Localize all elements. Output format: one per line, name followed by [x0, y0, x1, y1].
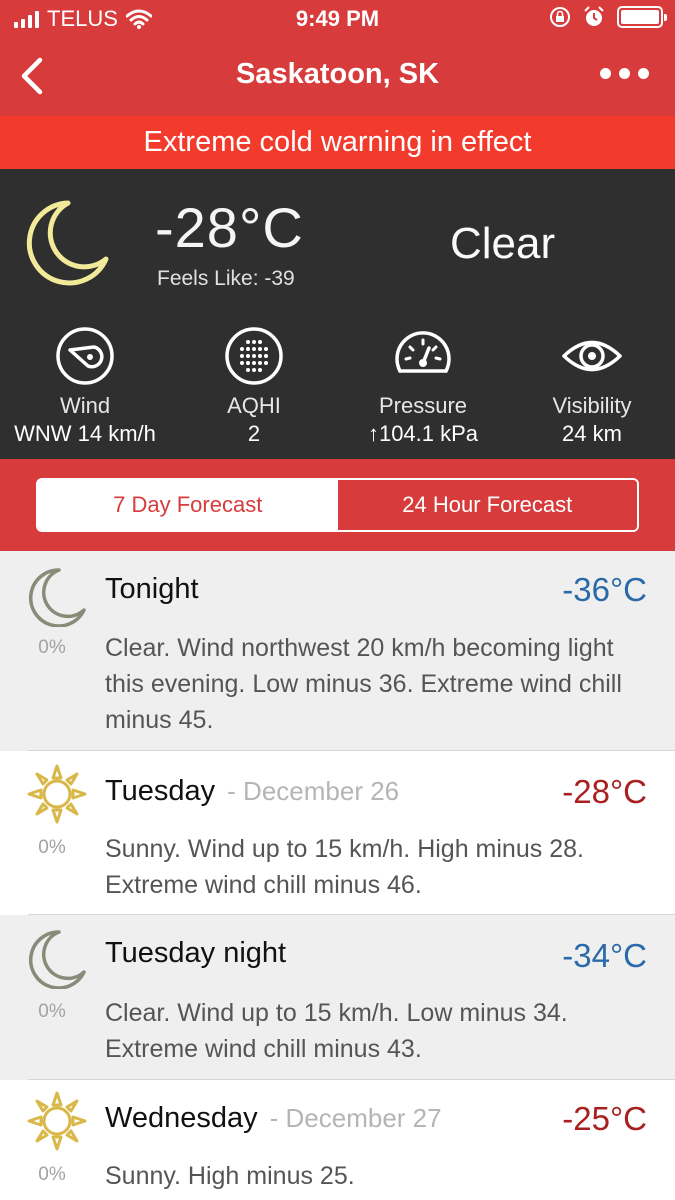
- eye-icon: [562, 340, 622, 372]
- forecast-temperature: -28°C: [562, 773, 647, 810]
- forecast-day-name: Tuesday - December 26: [105, 775, 400, 807]
- current-temperature: -28°C: [155, 196, 304, 259]
- forecast-day-name: Tuesday night: [105, 937, 287, 969]
- stat-aqhi: AQHI 2: [169, 325, 339, 447]
- feels-like: Feels Like: -39: [157, 267, 295, 290]
- wind-value: WNW 14 km/h: [14, 421, 156, 446]
- page-title: Saskatoon, SK: [235, 58, 440, 90]
- status-right: [549, 6, 667, 28]
- wind-compass-icon: [56, 327, 114, 385]
- pressure-gauge-icon: [395, 331, 451, 373]
- current-condition: Clear: [450, 219, 556, 268]
- visibility-value: 24 km: [562, 421, 622, 446]
- forecast-day-name: Wednesday - December 27: [105, 1102, 442, 1134]
- forecast-row-wednesday[interactable]: Wednesday - December 27 -25°C 0% Sunny. H…: [0, 1080, 675, 1200]
- forecast-day-name: Tonight: [105, 573, 199, 605]
- forecast-temperature: -25°C: [562, 1100, 647, 1137]
- precipitation-chance: 0%: [38, 637, 66, 658]
- air-quality-icon: [225, 327, 283, 385]
- battery-icon: [617, 6, 667, 28]
- forecast-row-tuesday-night[interactable]: Tuesday night -34°C 0% Clear. Wind up to…: [0, 915, 675, 1080]
- alarm-icon: [584, 6, 604, 26]
- forecast-temperature: -36°C: [562, 571, 647, 608]
- stat-pressure: Pressure ↑104.1 kPa: [338, 325, 508, 447]
- tab-24-hour-forecast[interactable]: 24 Hour Forecast: [337, 480, 637, 530]
- pressure-label: Pressure: [378, 393, 468, 418]
- forecast-description: Clear. Wind northwest 20 km/h becoming l…: [105, 634, 622, 734]
- moon-icon: [28, 930, 86, 989]
- aqhi-label: AQHI: [227, 393, 281, 418]
- forecast-segmented-control: 7 Day Forecast 24 Hour Forecast: [36, 478, 639, 532]
- forecast-date: - December 27: [269, 1103, 442, 1133]
- precipitation-chance: 0%: [38, 1164, 66, 1185]
- tab-7-day-forecast[interactable]: 7 Day Forecast: [38, 480, 338, 530]
- forecast-date: - December 26: [227, 776, 400, 806]
- stat-visibility: Visibility 24 km: [507, 325, 675, 447]
- sun-icon: [27, 1091, 87, 1151]
- nav-bar: Saskatoon, SK: [0, 38, 675, 116]
- status-bar: TELUS 9:49 PM: [0, 0, 675, 38]
- current-conditions: -28°C Feels Like: -39 Clear Wind WNW 14 …: [0, 169, 675, 459]
- rotation-lock-icon: [550, 7, 570, 27]
- weather-warning-banner[interactable]: Extreme cold warning in effect: [0, 116, 675, 169]
- forecast-row-tonight[interactable]: Tonight -36°C 0% Clear. Wind northwest 2…: [0, 551, 675, 751]
- more-options-icon[interactable]: [600, 68, 649, 79]
- aqhi-value: 2: [247, 421, 261, 446]
- visibility-label: Visibility: [552, 393, 632, 418]
- forecast-description: Clear. Wind up to 15 km/h. Low minus 34.…: [105, 999, 568, 1063]
- forecast-tabs-bar: 7 Day Forecast 24 Hour Forecast: [0, 459, 675, 551]
- forecast-description: Sunny. Wind up to 15 km/h. High minus 28…: [105, 835, 584, 899]
- stat-wind: Wind WNW 14 km/h: [0, 325, 170, 447]
- precipitation-chance: 0%: [38, 837, 66, 858]
- wind-label: Wind: [59, 393, 111, 418]
- forecast-description: Sunny. High minus 25.: [105, 1162, 355, 1190]
- pressure-value: ↑104.1 kPa: [367, 421, 479, 446]
- forecast-temperature: -34°C: [562, 937, 647, 974]
- forecast-row-tuesday[interactable]: Tuesday - December 26 -28°C 0% Sunny. Win…: [0, 751, 675, 915]
- moon-icon: [26, 200, 109, 286]
- forecast-list: Tonight -36°C 0% Clear. Wind northwest 2…: [0, 551, 675, 1200]
- sun-icon: [27, 764, 87, 824]
- moon-icon: [28, 568, 86, 627]
- precipitation-chance: 0%: [38, 1001, 66, 1022]
